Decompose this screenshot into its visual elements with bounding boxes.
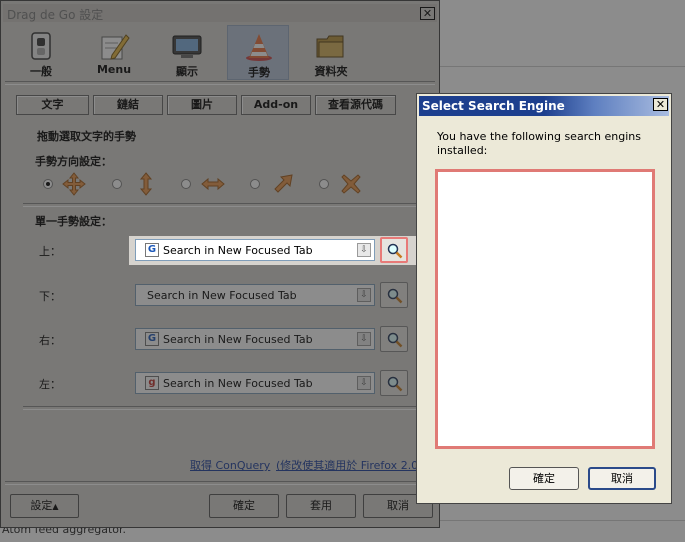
triangle-up-icon: ▲ xyxy=(52,502,59,511)
switch-icon xyxy=(31,32,51,60)
gesture-left-label: 左： xyxy=(39,378,61,391)
toolbar-label: Menu xyxy=(96,63,132,76)
engine-icon: g xyxy=(145,376,159,390)
settings-label: 設定 xyxy=(30,499,53,512)
settings-button[interactable]: 設定▲ xyxy=(10,494,79,518)
tab-text[interactable]: 文字 xyxy=(16,95,89,115)
gesture-right-select[interactable]: G Search in New Focused Tab ⇩ xyxy=(135,328,375,350)
magnifier-icon xyxy=(387,243,403,259)
tab-view-source[interactable]: 查看源代碼 xyxy=(315,95,396,115)
search-engine-button-right[interactable] xyxy=(380,326,408,352)
search-dialog-title: Select Search Engine xyxy=(422,99,565,113)
folder-icon xyxy=(316,35,344,58)
search-dialog-close-button[interactable]: ✕ xyxy=(653,98,668,111)
direction-radio-cross[interactable] xyxy=(319,179,329,189)
gesture-down-select[interactable]: Search in New Focused Tab ⇩ xyxy=(135,284,375,306)
main-titlebar: Drag de Go 設定 xyxy=(3,4,437,22)
search-dialog-cancel-button[interactable]: 取消 xyxy=(588,467,656,490)
gesture-left-value: Search in New Focused Tab xyxy=(163,377,313,390)
toolbar-label: 一般 xyxy=(30,65,52,78)
toolbar-separator xyxy=(5,81,435,85)
search-engine-button-up[interactable] xyxy=(380,237,408,263)
search-engine-button-left[interactable] xyxy=(380,370,408,396)
cross-icon xyxy=(341,174,361,194)
gesture-right-label: 右： xyxy=(39,334,61,347)
group-title: 拖動選取文字的手勢 xyxy=(35,128,138,144)
chevron-down-icon: ⇩ xyxy=(357,376,371,390)
firefox-fix-link[interactable]: (修改使其適用於 Firefox 2.0) xyxy=(276,457,422,473)
gesture-left-select[interactable]: g Search in New Focused Tab ⇩ xyxy=(135,372,375,394)
direction-radio-four-way[interactable] xyxy=(43,179,53,189)
toolbar-label: 手勢 xyxy=(248,66,270,79)
tab-addon[interactable]: Add-on xyxy=(241,95,311,115)
search-dialog-message: You have the following search engins ins… xyxy=(437,130,641,157)
gesture-right-value: Search in New Focused Tab xyxy=(163,333,313,346)
tab-links[interactable]: 鏈結 xyxy=(93,95,163,115)
toolbar-menu[interactable]: Menu xyxy=(83,25,145,80)
category-toolbar: 一般 Menu 顯示 手勢 資料夾 xyxy=(5,25,435,80)
search-engine-list[interactable] xyxy=(435,169,655,449)
horizontal-arrow-icon xyxy=(201,177,225,191)
magnifier-icon xyxy=(387,376,403,392)
gesture-down-label: 下： xyxy=(39,290,61,303)
group-separator xyxy=(23,203,431,207)
direction-radio-vertical[interactable] xyxy=(112,179,122,189)
diagonal-arrow-icon xyxy=(274,174,293,193)
toolbar-display[interactable]: 顯示 xyxy=(156,25,218,80)
toolbar-general[interactable]: 一般 xyxy=(10,25,72,80)
google-engine-icon: G xyxy=(145,243,159,257)
rows-bottom-separator xyxy=(23,406,431,410)
four-way-arrow-icon xyxy=(62,172,86,196)
magnifier-icon xyxy=(387,332,403,348)
gesture-up-label: 上： xyxy=(39,245,61,258)
gesture-down-value: Search in New Focused Tab xyxy=(147,289,297,302)
bottom-separator xyxy=(5,481,435,485)
vertical-arrow-icon xyxy=(139,172,153,196)
gesture-up-value: Search in New Focused Tab xyxy=(163,244,313,257)
main-close-button[interactable]: ✕ xyxy=(420,7,435,20)
chevron-down-icon: ⇩ xyxy=(357,243,371,257)
magnifier-icon xyxy=(387,288,403,304)
main-title: Drag de Go 設定 xyxy=(7,8,104,22)
pencil-icon xyxy=(101,34,130,60)
toolbar-gestures[interactable]: 手勢 xyxy=(227,25,289,80)
search-engine-button-down[interactable] xyxy=(380,282,408,308)
toolbar-label: 資料夾 xyxy=(314,65,348,78)
apply-button[interactable]: 套用 xyxy=(286,494,356,518)
gesture-up-select[interactable]: G Search in New Focused Tab ⇩ xyxy=(135,239,375,261)
google-engine-icon: G xyxy=(145,332,159,346)
chevron-down-icon: ⇩ xyxy=(357,332,371,346)
cone-icon xyxy=(246,34,272,61)
chevron-down-icon: ⇩ xyxy=(357,288,371,302)
toolbar-folder[interactable]: 資料夾 xyxy=(300,25,362,80)
select-search-engine-dialog: Select Search Engine ✕ You have the foll… xyxy=(416,93,672,504)
monitor-icon xyxy=(172,35,202,58)
toolbar-label: 顯示 xyxy=(176,65,198,78)
direction-radio-horizontal[interactable] xyxy=(181,179,191,189)
search-dialog-ok-button[interactable]: 確定 xyxy=(509,467,579,490)
ok-button[interactable]: 確定 xyxy=(209,494,279,518)
single-gesture-label: 單一手勢設定： xyxy=(33,213,114,229)
get-conquery-link[interactable]: 取得 ConQuery xyxy=(190,457,270,473)
tab-images[interactable]: 圖片 xyxy=(167,95,237,115)
direction-label: 手勢方向設定： xyxy=(33,153,114,169)
direction-radio-diagonal[interactable] xyxy=(250,179,260,189)
search-dialog-titlebar: Select Search Engine xyxy=(419,96,669,116)
drag-de-go-settings-dialog: Drag de Go 設定 ✕ 一般 Menu 顯示 手勢 資料夾 文字 鏈結 … xyxy=(0,0,440,528)
